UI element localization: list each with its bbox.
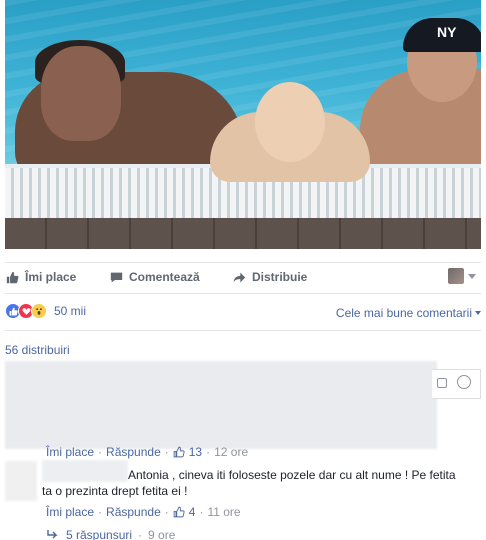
chevron-down-icon <box>475 311 481 315</box>
share-button[interactable]: Distribuie <box>233 270 307 284</box>
pool-deck <box>5 218 481 249</box>
camera-icon[interactable] <box>437 378 447 388</box>
separator: · <box>98 445 103 459</box>
divider <box>5 293 481 294</box>
share-arrow-icon <box>233 272 246 282</box>
post-action-bar: Îmi place Comentează Distribuie <box>0 262 486 292</box>
separator: · <box>199 505 204 519</box>
smiley-icon[interactable] <box>457 375 471 389</box>
comment-like-link[interactable]: Îmi place <box>46 505 94 519</box>
reply-arrow-icon <box>47 530 58 539</box>
separator: · <box>206 445 211 459</box>
divider <box>5 330 481 331</box>
separator: · <box>164 445 169 459</box>
photo-baby-head <box>255 82 325 162</box>
comment-button-label: Comentează <box>129 270 200 284</box>
avatar[interactable] <box>5 461 37 501</box>
like-button[interactable]: Îmi place <box>6 270 76 284</box>
comment-meta: Îmi place · Răspunde · 4 · 11 ore <box>46 505 241 519</box>
separator: · <box>98 505 103 519</box>
comment-button[interactable]: Comentează <box>110 270 200 284</box>
reaction-count[interactable]: 50 mii <box>54 304 86 318</box>
comment-sort-label: Cele mai bune comentarii <box>335 306 472 320</box>
share-button-label: Distribuie <box>252 270 308 284</box>
comment-reply-link[interactable]: Răspunde <box>106 505 161 519</box>
comment-text-line: ta o prezinta drept fetita ei ! <box>42 484 188 498</box>
avatar <box>448 268 464 284</box>
photo-person-left-head <box>41 46 121 141</box>
chevron-down-icon <box>468 273 476 279</box>
thumbs-up-icon <box>6 271 19 283</box>
comment-meta: Îmi place · Răspunde · 13 · 12 ore <box>46 445 248 459</box>
separator: · <box>164 505 169 519</box>
comment-sort-dropdown[interactable]: Cele mai bune comentarii <box>336 306 481 320</box>
speech-bubble-icon <box>110 272 123 282</box>
comment-timestamp[interactable]: 11 ore <box>207 505 240 519</box>
share-count-link[interactable]: 56 distribuiri <box>5 343 70 357</box>
thumbs-up-icon <box>173 506 185 518</box>
replies-count: 5 răspunsuri <box>66 528 133 540</box>
reactions-summary[interactable]: 50 mii <box>5 303 86 319</box>
post-as-selector[interactable] <box>448 267 476 285</box>
view-replies-link[interactable]: 5 răspunsuri · 9 ore <box>46 528 175 540</box>
separator: · <box>138 528 143 540</box>
comment-reply-link[interactable]: Răspunde <box>106 445 161 459</box>
cap-logo: NY <box>437 24 457 40</box>
comment-text: Antonia , cineva iti foloseste pozele da… <box>42 467 462 499</box>
comment-timestamp[interactable]: 12 ore <box>214 445 248 459</box>
comment-like-count[interactable]: 4 <box>189 505 196 519</box>
replies-timestamp: 9 ore <box>148 528 176 540</box>
wow-reaction-icon <box>31 303 47 319</box>
redacted-comment <box>5 361 437 449</box>
comment-like-link[interactable]: Îmi place <box>46 445 94 459</box>
thumbs-up-icon <box>173 446 185 458</box>
post-photo[interactable]: NY <box>5 0 481 249</box>
comment-text-line: Antonia , cineva iti foloseste pozele da… <box>128 468 456 482</box>
like-button-label: Îmi place <box>25 270 77 284</box>
comment-like-count[interactable]: 13 <box>189 445 202 459</box>
